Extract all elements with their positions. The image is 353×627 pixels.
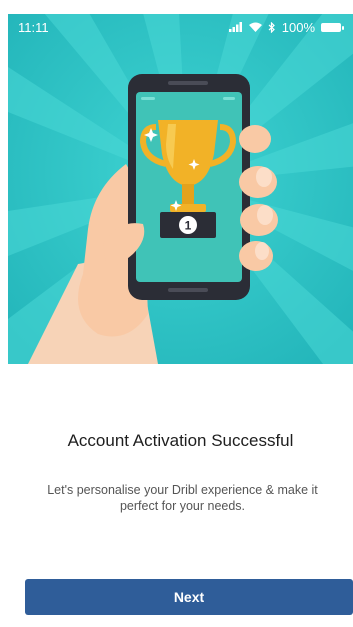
status-icons: 100% [228,19,344,35]
battery-percent: 100% [281,19,315,35]
trophy-badge-number: 1 [185,219,192,233]
bluetooth-icon [268,21,276,33]
battery-icon [321,22,344,32]
signal-icon [228,22,243,32]
status-bar: 11:11 100% [8,14,353,40]
status-time: 11:11 [18,19,49,35]
page-title: Account Activation Successful [67,431,294,450]
hero-illustration: 1 [8,14,353,364]
screen: 1 11:11 100% Account Activation Successf… [0,0,353,627]
next-button[interactable]: Next [25,579,353,615]
wifi-icon [248,22,262,32]
page-subtitle: Let's personalise your Dribl experience … [47,483,318,513]
trophy-phone-illustration: 1 [8,14,353,364]
